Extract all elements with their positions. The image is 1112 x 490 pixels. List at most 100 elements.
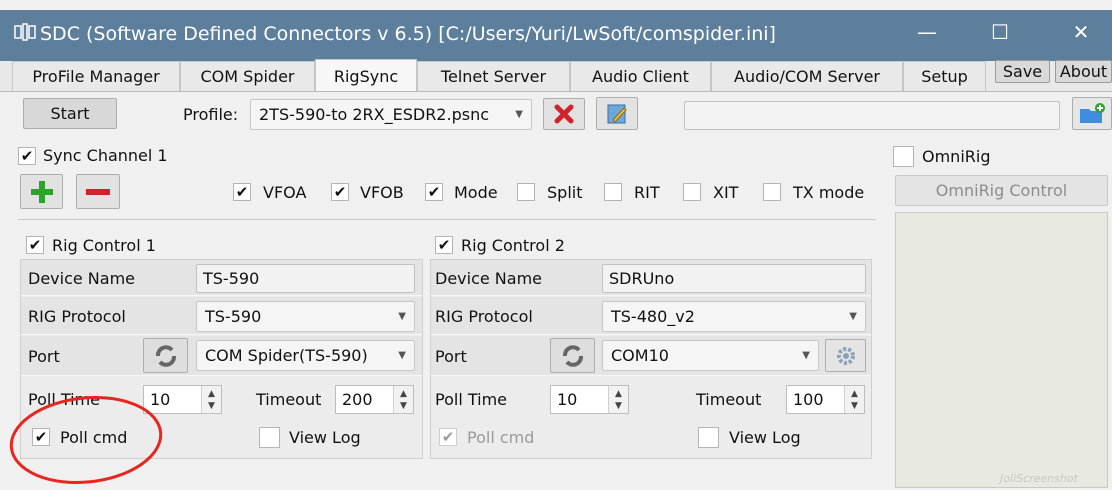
spinner-arrows-icon[interactable]: ▲ ▼	[201, 386, 221, 413]
sync-channel-checkbox[interactable]: ✔	[18, 147, 36, 165]
annotation-ellipse	[9, 396, 163, 484]
rig1-port-select[interactable]: COM Spider(TS-590) ▼	[196, 340, 415, 371]
rig1-timeout-label: Timeout	[256, 390, 322, 409]
rig2-protocol-select[interactable]: TS-480_v2 ▼	[602, 301, 866, 332]
edit-note-icon	[607, 104, 627, 124]
tx-mode-label: TX mode	[793, 183, 865, 202]
new-profile-button[interactable]	[1072, 97, 1112, 130]
rig2-device-name-label: Device Name	[435, 269, 543, 288]
rig2-protocol-label: RIG Protocol	[435, 307, 533, 326]
profile-value: 2TS-590-to 2RX_ESDR2.psnc	[259, 105, 489, 124]
rig2-poll-cmd-checkbox[interactable]: ✔	[439, 428, 457, 446]
plus-icon	[30, 181, 53, 203]
rig1-port-label: Port	[28, 347, 60, 366]
chevron-down-icon: ▼	[802, 350, 810, 361]
status-field	[684, 101, 1060, 130]
tab-audio-client[interactable]: Audio Client	[570, 61, 711, 91]
tab-audio-com-server[interactable]: Audio/COM Server	[711, 61, 903, 91]
rig2-poll-cmd-label: Poll cmd	[467, 428, 535, 447]
spinner-arrows-icon[interactable]: ▲ ▼	[844, 386, 864, 413]
rig1-refresh-port-button[interactable]	[143, 338, 188, 373]
rig1-view-log-label: View Log	[289, 428, 361, 447]
title-bar: SDC (Software Defined Connectors v 6.5) …	[0, 10, 1112, 61]
rig2-port-label: Port	[435, 347, 467, 366]
tx-mode-checkbox[interactable]	[763, 183, 781, 201]
rig2-view-log-checkbox[interactable]	[698, 427, 719, 448]
rig1-device-name-field[interactable]: TS-590	[196, 264, 415, 293]
rig2-port-select[interactable]: COM10 ▼	[602, 340, 819, 371]
app-icon	[14, 23, 36, 41]
split-checkbox[interactable]	[517, 183, 535, 201]
rig1-protocol-label: RIG Protocol	[28, 307, 126, 326]
gear-icon	[836, 347, 855, 365]
folder-add-icon	[1080, 103, 1105, 123]
rig1-checkbox[interactable]: ✔	[26, 236, 44, 254]
split-label: Split	[547, 183, 583, 202]
rig2-port-value: COM10	[611, 346, 669, 365]
tab-bar: ProFile Manager COM Spider RigSync Telne…	[0, 59, 1112, 92]
rig2-header: Rig Control 2	[461, 236, 565, 255]
omnirig-log-area	[895, 212, 1108, 488]
minimize-button[interactable]: —	[912, 20, 942, 44]
chevron-down-icon: ▼	[398, 311, 406, 322]
divider	[18, 219, 876, 220]
maximize-button[interactable]: ☐	[985, 20, 1015, 44]
chevron-down-icon: ▼	[849, 311, 857, 322]
rig2-checkbox[interactable]: ✔	[435, 236, 453, 254]
vfob-checkbox[interactable]: ✔	[331, 183, 349, 201]
chevron-down-icon: ▼	[515, 109, 523, 120]
xit-checkbox[interactable]	[683, 183, 701, 201]
rig2-protocol-value: TS-480_v2	[611, 307, 695, 326]
close-button[interactable]: ✕	[1066, 20, 1096, 44]
mode-checkbox[interactable]: ✔	[425, 183, 443, 201]
rig2-poll-time-label: Poll Time	[435, 390, 507, 409]
rig1-port-value: COM Spider(TS-590)	[205, 346, 368, 365]
rig2-view-log-label: View Log	[729, 428, 801, 447]
watermark: JoliScreenshot	[1000, 472, 1078, 485]
refresh-icon	[155, 345, 176, 367]
remove-channel-button[interactable]	[76, 174, 120, 209]
delete-x-icon	[554, 104, 574, 124]
chevron-down-icon: ▼	[398, 350, 406, 361]
window-title: SDC (Software Defined Connectors v 6.5) …	[40, 23, 776, 45]
vfoa-checkbox[interactable]: ✔	[233, 183, 251, 201]
spinner-arrows-icon[interactable]: ▲ ▼	[393, 386, 413, 413]
rig2-poll-time-value: 10	[557, 390, 578, 409]
vfob-label: VFOB	[360, 183, 404, 202]
rig1-protocol-value: TS-590	[205, 307, 262, 326]
edit-profile-button[interactable]	[596, 97, 638, 130]
rig1-timeout-spinner[interactable]: 200 ▲ ▼	[335, 385, 414, 414]
about-button[interactable]: About	[1055, 60, 1112, 83]
rig2-poll-time-spinner[interactable]: 10 ▲ ▼	[550, 385, 629, 414]
delete-profile-button[interactable]	[543, 98, 585, 130]
rig1-device-name-label: Device Name	[28, 269, 136, 288]
rig1-view-log-checkbox[interactable]	[259, 427, 280, 448]
profile-select[interactable]: 2TS-590-to 2RX_ESDR2.psnc ▼	[250, 99, 532, 130]
spinner-arrows-icon[interactable]: ▲ ▼	[608, 386, 628, 413]
start-button[interactable]: Start	[23, 98, 117, 129]
xit-label: XIT	[713, 183, 739, 202]
rig1-timeout-value: 200	[342, 390, 373, 409]
rig2-refresh-port-button[interactable]	[550, 338, 595, 373]
omnirig-label: OmniRig	[922, 147, 991, 166]
rig2-device-name-field[interactable]: SDRUno	[602, 264, 866, 293]
omnirig-control-button[interactable]: OmniRig Control	[895, 175, 1108, 206]
tab-rigsync[interactable]: RigSync	[315, 59, 417, 91]
omnirig-checkbox[interactable]	[893, 146, 914, 167]
tab-com-spider[interactable]: COM Spider	[180, 61, 315, 91]
save-button[interactable]: Save	[995, 60, 1050, 83]
mode-label: Mode	[454, 183, 498, 202]
rit-label: RIT	[634, 183, 660, 202]
tab-profile-manager[interactable]: ProFile Manager	[12, 61, 180, 91]
tab-setup[interactable]: Setup	[903, 61, 986, 91]
tab-telnet-server[interactable]: Telnet Server	[417, 61, 570, 91]
rit-checkbox[interactable]	[604, 183, 622, 201]
rig2-port-settings-button[interactable]	[825, 339, 866, 372]
rig2-timeout-value: 100	[793, 390, 824, 409]
profile-label: Profile:	[183, 105, 239, 124]
vfoa-label: VFOA	[263, 183, 307, 202]
add-channel-button[interactable]	[20, 174, 63, 209]
rig2-timeout-label: Timeout	[696, 390, 762, 409]
rig2-timeout-spinner[interactable]: 100 ▲ ▼	[786, 385, 865, 414]
rig1-protocol-select[interactable]: TS-590 ▼	[196, 301, 415, 332]
